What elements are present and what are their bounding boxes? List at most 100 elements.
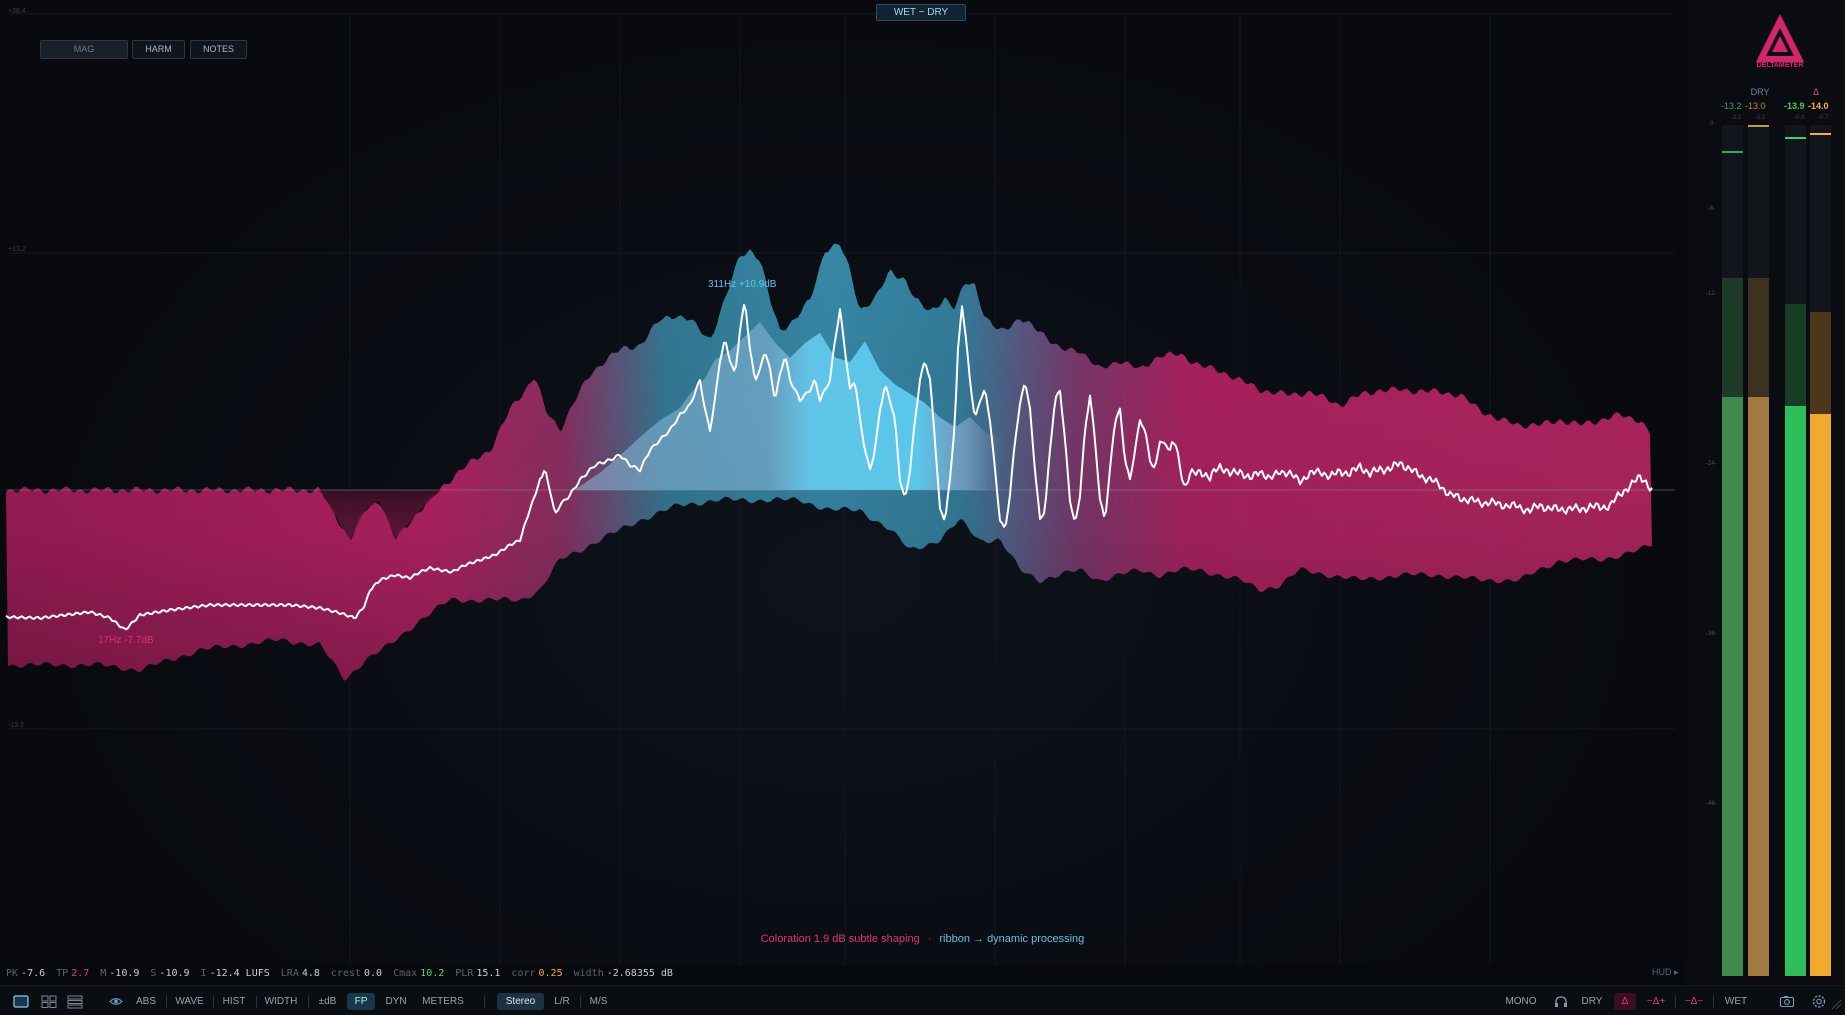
dry-l-meter: [1722, 125, 1743, 976]
delta-l-peak: -0.9: [1794, 115, 1805, 121]
fp-toggle[interactable]: FP: [347, 993, 375, 1010]
divider: [1713, 996, 1714, 1008]
stat-value: 4.8: [301, 968, 320, 979]
divider: [580, 996, 581, 1008]
mag-button[interactable]: MAG: [40, 40, 128, 59]
dry-r-peak: -0.1: [1755, 115, 1766, 121]
hist-toggle[interactable]: HIST: [220, 993, 248, 1010]
bottom-toolbar: ABS WAVE HIST WIDTH ±dB FP DYN METERS St…: [0, 985, 1845, 1015]
divider: [1675, 996, 1676, 1008]
delta-r-value: -14.0: [1808, 101, 1829, 111]
stat-value: -2.68355 dB: [606, 968, 673, 979]
ms-mode-button[interactable]: M/S: [586, 993, 611, 1010]
delta-r-meter: [1810, 125, 1831, 976]
meters-toggle[interactable]: METERS: [419, 993, 467, 1010]
stat-key: corr: [511, 968, 536, 979]
spectrum-plot[interactable]: +26.4 +13.2 -13.2 MAG HARM NOTES WET − D…: [0, 0, 1685, 965]
stat-key: TP: [56, 968, 69, 979]
dry-l-level: [1722, 397, 1743, 976]
wet-monitor-button[interactable]: WET: [1720, 993, 1752, 1010]
y-axis-label-mid: +13.2: [8, 246, 26, 253]
width-toggle[interactable]: WIDTH: [262, 993, 300, 1010]
notes-button[interactable]: NOTES: [190, 40, 247, 59]
wet-minus-dry-button[interactable]: WET − DRY: [876, 4, 966, 21]
y-axis-label-top: +26.4: [8, 8, 26, 15]
cyan-peak-label: 311Hz +10.9dB: [708, 279, 777, 290]
dry-meter-label: DRY: [1750, 87, 1770, 97]
stat-value: 0.25: [538, 968, 563, 979]
pink-peak-label: 17Hz -7.7dB: [98, 635, 154, 646]
delta-l-meter: [1785, 125, 1806, 976]
stat-value: 15.1: [476, 968, 501, 979]
caption-separator: ·: [927, 933, 932, 945]
grid-view-icon[interactable]: [40, 993, 58, 1010]
delta-r-peak: -0.7: [1818, 115, 1829, 121]
stat-value: -10.9: [159, 968, 190, 979]
coloration-caption: Coloration 1.9 dB subtle shaping · ribbon …: [0, 933, 1845, 945]
logo-text: DELTAMETER: [1756, 62, 1804, 69]
dry-r-meter: [1748, 125, 1769, 976]
resize-grip-icon[interactable]: [1830, 998, 1842, 1010]
dry-monitor-button[interactable]: DRY: [1578, 993, 1606, 1010]
divider: [484, 996, 485, 1008]
stat-key: Cmax: [393, 968, 418, 979]
spectrum-graph: [5, 13, 1675, 965]
abs-toggle[interactable]: ABS: [134, 993, 158, 1010]
stat-key: M: [100, 968, 107, 979]
loudness-stats: PK -7.6 TP 2.7 M -10.9 S -10.9 I -12.4 LUFS LRA 4.8…: [6, 967, 684, 981]
stat-value: -10.9: [109, 968, 140, 979]
stat-value: 0.0: [364, 968, 383, 979]
stat-value: -12.4 LUFS: [209, 968, 270, 979]
harm-button[interactable]: HARM: [132, 40, 185, 59]
coloration-text: Coloration 1.9 dB subtle shaping: [760, 933, 920, 945]
meter-scale-24: -24-: [1706, 461, 1717, 467]
dyn-toggle[interactable]: DYN: [381, 993, 411, 1010]
divider: [308, 996, 309, 1008]
db-toggle[interactable]: ±dB: [314, 993, 341, 1010]
delta-r-peak-line: [1810, 133, 1831, 135]
meter-panel: DELTAMETER DRY Δ -13.2 -13.0 -13.9 -14.0…: [1686, 0, 1845, 985]
meter-scale-12: -12-: [1706, 291, 1717, 297]
stat-key: crest: [330, 968, 362, 979]
y-axis-label-low: -13.2: [8, 722, 24, 729]
stat-key: PK: [6, 968, 19, 979]
list-view-icon[interactable]: [66, 993, 84, 1010]
stat-key: PLR: [455, 968, 474, 979]
delta-l-level: [1785, 405, 1806, 976]
delta-meter-label: Δ: [1812, 87, 1819, 97]
headphones-icon[interactable]: [1552, 993, 1570, 1010]
divider: [213, 996, 214, 1008]
eye-icon[interactable]: [107, 993, 125, 1010]
stat-value: -7.6: [21, 968, 46, 979]
stat-value: 10.2: [420, 968, 445, 979]
settings-icon[interactable]: [1810, 993, 1828, 1010]
lr-mode-button[interactable]: L/R: [550, 993, 574, 1010]
dry-r-peak-line: [1748, 125, 1769, 127]
delta-l-peak-line: [1785, 137, 1806, 139]
stat-value: 2.7: [71, 968, 90, 979]
stereo-mode-button[interactable]: Stereo: [497, 993, 544, 1010]
delta-r-level: [1810, 414, 1831, 976]
single-view-icon[interactable]: [12, 993, 30, 1010]
wave-toggle[interactable]: WAVE: [173, 993, 206, 1010]
dry-r-value: -13.0: [1745, 101, 1766, 111]
divider: [166, 996, 167, 1008]
mono-button[interactable]: MONO: [1500, 993, 1542, 1010]
deltameter-app: +26.4 +13.2 -13.2 MAG HARM NOTES WET − D…: [0, 0, 1845, 1015]
stat-key: LRA: [280, 968, 299, 979]
stat-key: S: [150, 968, 157, 979]
stat-key: I: [200, 968, 207, 979]
dry-l-peak: -2.1: [1731, 115, 1742, 121]
meter-scale-36: -36-: [1706, 631, 1717, 637]
delta-monitor-button[interactable]: Δ: [1614, 993, 1636, 1010]
delta-minus-button[interactable]: −Δ−: [1682, 993, 1706, 1010]
divider: [256, 996, 257, 1008]
ribbon-text: ribbon → dynamic processing: [939, 933, 1085, 945]
delta-plus-button[interactable]: −Δ+: [1644, 993, 1668, 1010]
delta-l-value: -13.9: [1784, 101, 1805, 111]
dry-l-value: -13.2: [1721, 101, 1742, 111]
camera-icon[interactable]: [1778, 993, 1796, 1010]
meter-scale-0: 0-: [1710, 121, 1716, 127]
dry-l-peak-line: [1722, 151, 1743, 153]
hud-toggle[interactable]: HUD ▸: [1652, 967, 1679, 978]
